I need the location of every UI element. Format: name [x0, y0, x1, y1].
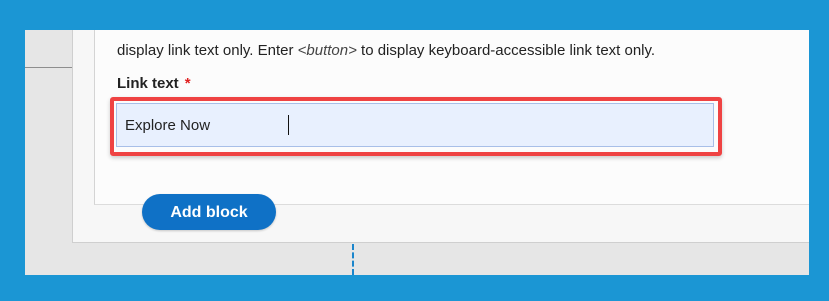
description-code: <button> [297, 42, 357, 59]
link-text-label: Link text * [117, 75, 191, 92]
block-form-panel: display link text only. Enter <button> t… [72, 30, 809, 243]
link-settings-section: display link text only. Enter <button> t… [94, 30, 809, 205]
add-block-button[interactable]: Add block [142, 194, 276, 230]
description-text-end: to display keyboard-accessible link text… [356, 42, 656, 59]
link-text-input[interactable] [116, 103, 714, 147]
text-cursor [288, 115, 289, 135]
description-text: display link text only. Enter [117, 42, 298, 59]
page-viewport: display link text only. Enter <button> t… [25, 30, 809, 275]
description-line: display link text only. Enter <button> t… [117, 40, 655, 62]
dashed-guide-line [352, 244, 354, 275]
required-marker: * [184, 75, 191, 92]
label-text: Link text [117, 75, 179, 92]
divider-line [25, 67, 73, 68]
